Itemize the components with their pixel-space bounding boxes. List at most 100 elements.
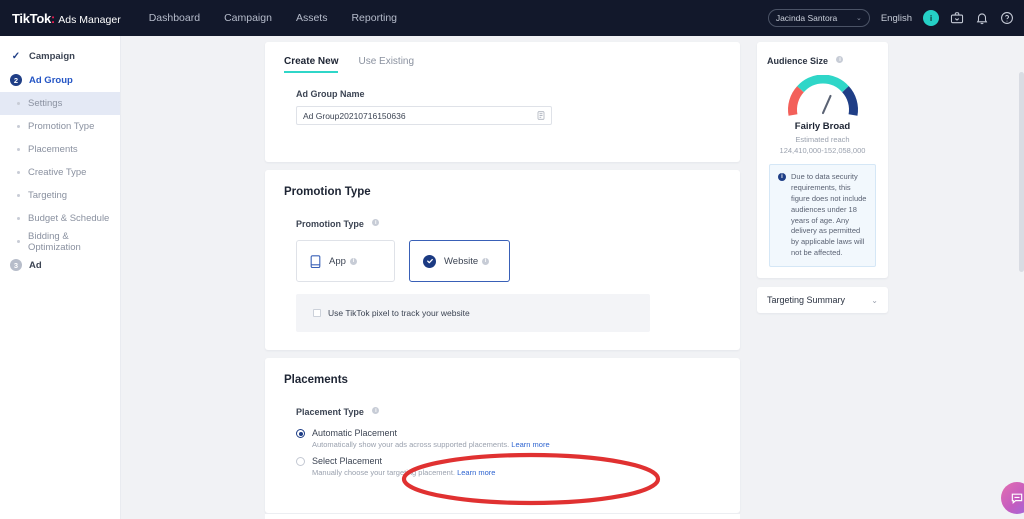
tab-create-new[interactable]: Create New	[284, 56, 339, 73]
pixel-checkbox[interactable]	[313, 309, 321, 317]
mobile-app-icon	[310, 255, 321, 269]
sidebar-step-label-campaign: Campaign	[29, 50, 75, 62]
nav-link-assets[interactable]: Assets	[296, 12, 328, 24]
learn-more-link[interactable]: Learn more	[457, 468, 495, 477]
sidebar-item-creative-type[interactable]: Creative Type	[0, 161, 120, 184]
placement-automatic-desc: Automatically show your ads across suppo…	[312, 440, 510, 449]
placement-option-select[interactable]: Select Placement Manually choose your ta…	[296, 456, 740, 477]
check-circle-icon	[423, 254, 436, 268]
sidebar-item-label: Bidding & Optimization	[28, 230, 81, 253]
sidebar-item-budget-schedule[interactable]: Budget & Schedule	[0, 207, 120, 230]
bullet-icon	[17, 217, 20, 220]
sidebar-item-targeting[interactable]: Targeting	[0, 184, 120, 207]
placements-card: Placements Placement Type i Automatic Pl…	[265, 358, 740, 513]
step-number-badge: 2	[10, 74, 22, 86]
sidebar-item-bidding-optimization[interactable]: Bidding & Optimization	[0, 230, 120, 253]
placement-type-field-label-row: Placement Type i	[296, 402, 740, 420]
bullet-icon	[17, 148, 20, 151]
briefcase-icon[interactable]	[950, 11, 964, 25]
targeting-summary-panel[interactable]: Targeting Summary ⌄	[757, 287, 888, 313]
sidebar-item-label: Targeting	[28, 190, 68, 201]
audience-size-title: Audience Size	[767, 56, 829, 66]
promotion-type-options: App i Website i	[296, 240, 740, 282]
bullet-icon	[17, 194, 20, 197]
promotion-type-field-label-row: Promotion Type i	[296, 214, 740, 232]
radio-select-placement[interactable]	[296, 457, 305, 466]
info-icon: i	[778, 173, 786, 181]
estimated-reach-label: Estimated reach	[795, 135, 850, 144]
avatar-initial: i	[929, 13, 933, 23]
brand-colon: :	[50, 10, 56, 26]
nav-link-dashboard[interactable]: Dashboard	[149, 12, 200, 24]
bullet-icon	[17, 240, 20, 243]
language-selector[interactable]: English	[881, 13, 912, 24]
placements-section-title: Placements	[284, 374, 348, 386]
nav-link-reporting[interactable]: Reporting	[351, 12, 397, 24]
sidebar-item-settings[interactable]: Settings	[0, 92, 120, 115]
info-icon[interactable]: i	[349, 257, 357, 265]
sidebar-step-campaign[interactable]: ✓ Campaign	[0, 44, 120, 68]
targeting-summary-label: Targeting Summary	[767, 295, 846, 305]
bullet-icon	[17, 102, 20, 105]
sidebar-step-ad[interactable]: 3 Ad	[0, 253, 120, 277]
right-rail: Audience Size i Fairly Broad Estimated r…	[757, 42, 888, 313]
info-icon[interactable]: i	[482, 257, 490, 265]
info-icon[interactable]: i	[836, 56, 844, 64]
audience-size-title-row: Audience Size i	[767, 51, 878, 69]
vertical-scrollbar[interactable]	[1019, 72, 1024, 272]
sidebar-step-ad-group[interactable]: 2 Ad Group	[0, 68, 120, 92]
main-content-area: Create New Use Existing Ad Group Name Ad…	[121, 36, 1024, 519]
bullet-icon	[17, 125, 20, 128]
ad-group-name-label: Ad Group Name	[296, 89, 365, 99]
audience-gauge	[767, 75, 878, 119]
audience-size-panel: Audience Size i Fairly Broad Estimated r…	[757, 42, 888, 278]
wizard-footer-bar: Back Next	[265, 513, 740, 519]
nav-right-cluster: Jacinda Santora ⌄ English i	[767, 9, 1014, 27]
estimated-reach-range: 124,410,000-152,058,000	[779, 146, 866, 155]
ad-group-name-input[interactable]: Ad Group20210716150636	[296, 106, 552, 125]
primary-nav-links: Dashboard Campaign Assets Reporting	[149, 12, 397, 24]
tab-use-existing[interactable]: Use Existing	[358, 56, 414, 73]
placement-type-field-label: Placement Type	[296, 407, 364, 417]
avatar[interactable]: i	[923, 10, 939, 26]
brand-logo[interactable]: TikTok : Ads Manager	[12, 11, 121, 26]
chevron-down-icon: ⌄	[855, 15, 862, 22]
placement-option-automatic[interactable]: Automatic Placement Automatically show y…	[296, 428, 740, 449]
sidebar-item-label: Placements	[28, 144, 78, 155]
promotion-option-app[interactable]: App i	[296, 240, 395, 282]
learn-more-link[interactable]: Learn more	[511, 440, 549, 449]
sidebar-item-promotion-type[interactable]: Promotion Type	[0, 115, 120, 138]
promotion-type-section-title: Promotion Type	[284, 186, 371, 198]
step-number-badge: 3	[10, 259, 22, 271]
info-icon[interactable]: i	[372, 219, 380, 227]
bullet-icon	[17, 171, 20, 174]
ad-group-settings-card: Create New Use Existing Ad Group Name Ad…	[265, 42, 740, 162]
radio-automatic-placement[interactable]	[296, 429, 305, 438]
placement-automatic-desc-row: Automatically show your ads across suppo…	[312, 440, 740, 449]
audience-level: Fairly Broad	[794, 121, 851, 132]
sidebar-item-label: Promotion Type	[28, 121, 95, 132]
bell-icon[interactable]	[975, 11, 989, 25]
promotion-option-website[interactable]: Website i	[409, 240, 510, 282]
help-icon[interactable]	[1000, 11, 1014, 25]
promotion-type-card: Promotion Type Promotion Type i App i We…	[265, 170, 740, 350]
chat-support-button[interactable]	[1001, 482, 1024, 514]
placement-select-desc-row: Manually choose your targeting placement…	[312, 468, 740, 477]
placement-select-radio-row[interactable]: Select Placement	[296, 456, 740, 466]
pixel-checkbox-label: Use TikTok pixel to track your website	[328, 308, 470, 318]
promotion-type-field-label: Promotion Type	[296, 219, 364, 229]
step-sidebar: ✓ Campaign 2 Ad Group Settings Promotion…	[0, 36, 121, 519]
ad-group-name-value: Ad Group20210716150636	[303, 110, 406, 121]
brand-name: TikTok	[12, 10, 51, 26]
promotion-option-app-label: App	[329, 255, 346, 267]
sidebar-step-label-ad: Ad	[29, 259, 42, 271]
data-security-notice: i Due to data security requirements, thi…	[769, 164, 876, 267]
note-copy-icon[interactable]	[537, 111, 545, 120]
sidebar-item-placements[interactable]: Placements	[0, 138, 120, 161]
info-icon[interactable]: i	[372, 407, 380, 415]
placement-automatic-title: Automatic Placement	[312, 428, 398, 438]
account-selector[interactable]: Jacinda Santora ⌄	[767, 9, 870, 27]
placement-automatic-radio-row[interactable]: Automatic Placement	[296, 428, 740, 438]
brand-subtitle: Ads Manager	[58, 13, 121, 26]
nav-link-campaign[interactable]: Campaign	[224, 12, 272, 24]
